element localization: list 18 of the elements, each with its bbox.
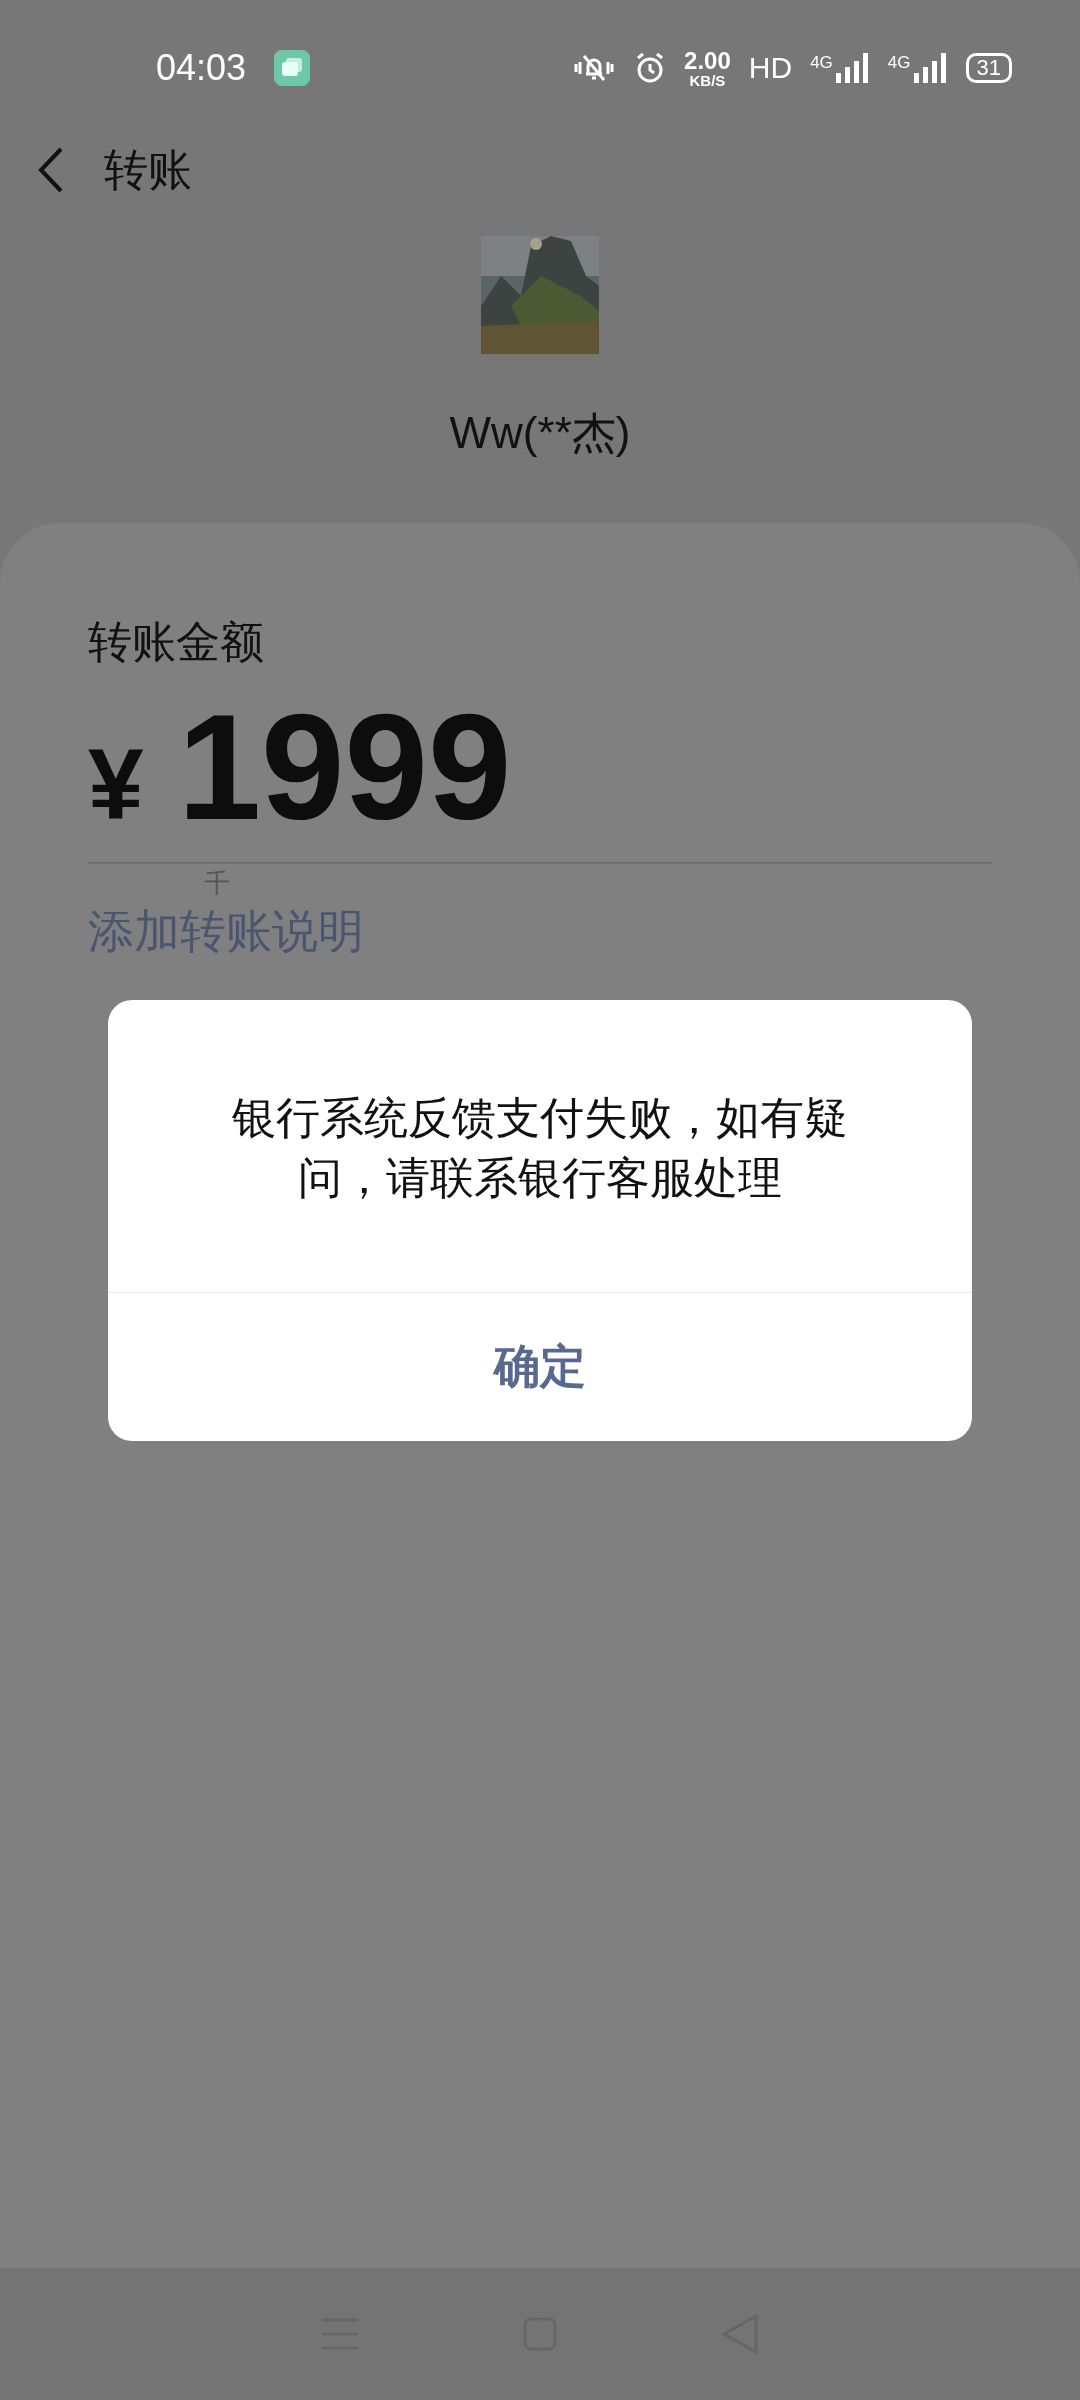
signal-icon bbox=[835, 53, 870, 83]
dialog-message: 银行系统反馈支付失败，如有疑问，请联系银行客服处理 bbox=[108, 1000, 972, 1293]
amount-label: 转账金额 bbox=[88, 615, 265, 669]
battery-indicator: 31 bbox=[965, 53, 1012, 83]
hd-indicator: HD bbox=[748, 51, 793, 85]
speed-unit: KB/S bbox=[689, 72, 726, 88]
confirm-button[interactable]: 确定 bbox=[108, 1293, 972, 1441]
signal-icon bbox=[913, 53, 948, 83]
muted-bell-icon bbox=[572, 52, 617, 84]
network-type: 4G bbox=[810, 53, 833, 73]
back-button[interactable] bbox=[38, 147, 64, 193]
page-title: 转账 bbox=[104, 142, 192, 197]
payee-name: Ww(**杰) bbox=[449, 407, 631, 459]
network-speed: 2.00 bbox=[684, 48, 731, 73]
network-type: 4G bbox=[887, 53, 911, 73]
app-notification-icon bbox=[274, 50, 311, 86]
amount-field[interactable]: ¥ 1999 bbox=[88, 692, 992, 864]
status-time: 04:03 bbox=[156, 47, 247, 89]
